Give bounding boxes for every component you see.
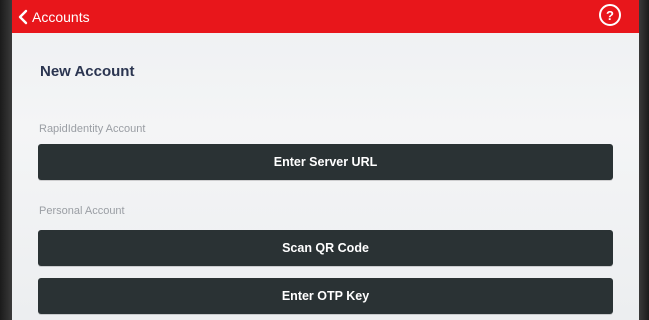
scan-qr-code-button[interactable]: Scan QR Code [38,230,613,266]
navigation-bar: Accounts ? [12,0,639,33]
app-window: Accounts ? New Account RapidIdentity Acc… [0,0,649,320]
device-bezel-right [639,0,649,320]
help-circle-icon: ? [606,7,614,23]
chevron-left-icon [18,9,28,25]
back-button-label: Accounts [32,8,90,25]
section-label-personal: Personal Account [39,205,125,217]
enter-otp-key-button[interactable]: Enter OTP Key [38,278,613,314]
page-title: New Account [40,63,135,80]
back-button[interactable]: Accounts [18,9,90,25]
enter-server-url-button[interactable]: Enter Server URL [38,144,613,180]
section-label-rapididentity: RapidIdentity Account [39,123,146,135]
device-bezel-left [0,0,12,320]
help-button[interactable]: ? [599,4,621,26]
